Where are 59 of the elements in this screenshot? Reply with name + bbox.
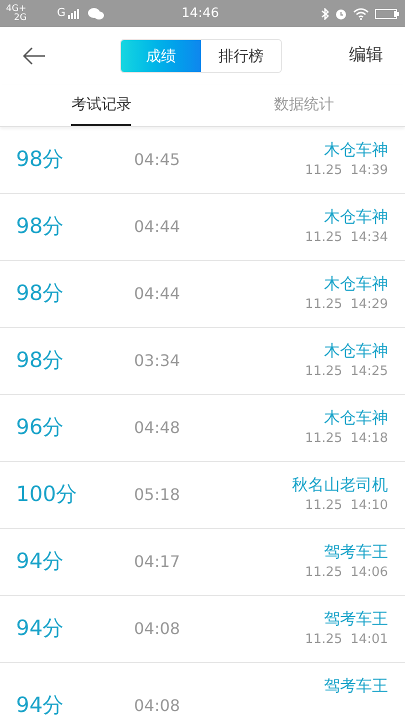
player-name: 木仓车神 xyxy=(324,407,388,429)
date-time: 11.25 14:18 xyxy=(305,430,388,448)
player-name: 驾考车王 xyxy=(324,675,388,697)
player-name: 驾考车王 xyxy=(324,608,388,630)
record-row[interactable]: 96分 04:48 木仓车神 11.25 14:18 xyxy=(0,395,405,462)
clock: 14:46 xyxy=(182,4,219,23)
duration: 04:45 xyxy=(134,149,180,171)
score: 94分 xyxy=(16,615,65,642)
score: 96分 xyxy=(16,414,65,442)
duration: 04:08 xyxy=(134,618,180,640)
tab[interactable]: 考试记录 xyxy=(71,85,132,126)
chat-icon xyxy=(88,8,104,20)
edit-button[interactable]: 编辑 xyxy=(349,43,383,69)
record-row[interactable]: 98分 03:34 木仓车神 11.25 14:25 xyxy=(0,328,405,395)
date-time: 11.25 14:01 xyxy=(305,631,388,649)
player-name: 木仓车神 xyxy=(324,273,388,295)
network-label: 4G+ xyxy=(6,4,28,14)
score: 94分 xyxy=(16,548,65,576)
date-time: 11.25 14:39 xyxy=(305,162,388,180)
duration: 04:08 xyxy=(134,695,180,717)
record-row[interactable]: 94分 04:08 驾考车王 xyxy=(0,663,405,720)
score: 98分 xyxy=(16,280,65,308)
player-name: 木仓车神 xyxy=(324,340,388,362)
wifi-icon xyxy=(353,8,369,20)
player-name: 秋名山老司机 xyxy=(292,474,388,496)
duration: 04:44 xyxy=(134,283,180,305)
back-icon[interactable] xyxy=(22,47,46,65)
record-row[interactable]: 94分 04:08 驾考车王 11.25 14:01 xyxy=(0,596,405,663)
duration: 04:48 xyxy=(134,417,180,439)
player-name: 木仓车神 xyxy=(324,206,388,228)
record-row[interactable]: 94分 04:17 驾考车王 11.25 14:06 xyxy=(0,529,405,596)
signal-icon xyxy=(68,8,80,18)
alarm-icon xyxy=(335,8,347,20)
tab[interactable]: 数据统计 xyxy=(274,85,334,126)
record-row[interactable]: 98分 04:45 木仓车神 11.25 14:39 xyxy=(0,127,405,194)
record-row[interactable]: 98分 04:44 木仓车神 11.25 14:34 xyxy=(0,194,405,261)
duration: 05:18 xyxy=(134,484,180,506)
score: 98分 xyxy=(16,146,65,174)
record-row[interactable]: 98分 04:44 木仓车神 11.25 14:29 xyxy=(0,261,405,328)
bluetooth-icon xyxy=(321,8,329,20)
date-time: 11.25 14:06 xyxy=(305,564,388,582)
score: 98分 xyxy=(16,213,65,240)
duration: 04:17 xyxy=(134,551,180,573)
duration: 04:44 xyxy=(134,216,180,238)
score: 94分 xyxy=(16,692,65,720)
network-label: G xyxy=(57,5,66,22)
date-time: 11.25 14:34 xyxy=(305,229,388,247)
network-label: 2G xyxy=(13,14,28,22)
score: 98分 xyxy=(16,347,65,374)
segment-tab[interactable]: 成绩 xyxy=(121,40,201,72)
battery-icon xyxy=(375,8,399,20)
player-name: 驾考车王 xyxy=(324,541,388,563)
duration: 03:34 xyxy=(134,350,180,372)
record-row[interactable]: 100分 05:18 秋名山老司机 11.25 14:10 xyxy=(0,462,405,529)
player-name: 木仓车神 xyxy=(324,139,388,161)
date-time: 11.25 14:25 xyxy=(305,363,388,381)
date-time: 11.25 14:29 xyxy=(305,296,388,314)
score: 100分 xyxy=(16,481,78,508)
date-time: 11.25 14:10 xyxy=(305,497,388,515)
